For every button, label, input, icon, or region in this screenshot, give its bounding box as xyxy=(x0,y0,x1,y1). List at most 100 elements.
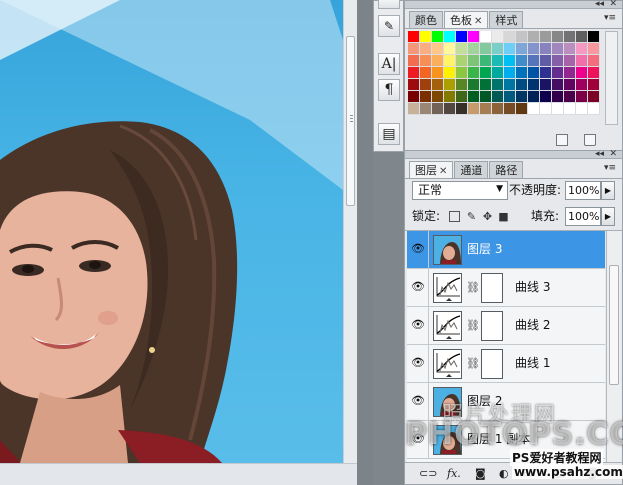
swatch-4[interactable] xyxy=(456,31,468,43)
swatch-50[interactable] xyxy=(432,67,444,79)
swatch-29[interactable] xyxy=(564,43,576,55)
blend-mode-select[interactable]: 正常 ▼ xyxy=(412,181,508,200)
swatch-16[interactable] xyxy=(408,43,420,55)
trash-icon[interactable] xyxy=(584,134,596,146)
panel-menu-icon[interactable]: ▾≡ xyxy=(604,13,616,23)
tab-swatches[interactable]: 色板 ✕ xyxy=(444,11,489,29)
layer-thumbnail[interactable] xyxy=(433,235,462,265)
swatch-12[interactable] xyxy=(552,31,564,43)
swatch-8[interactable] xyxy=(504,31,516,43)
swatch-26[interactable] xyxy=(528,43,540,55)
swatch-14[interactable] xyxy=(576,31,588,43)
swatch-80[interactable] xyxy=(408,91,420,103)
swatch-91[interactable] xyxy=(540,91,552,103)
close-icon[interactable]: ✕ xyxy=(609,0,617,9)
close-icon[interactable]: ✕ xyxy=(609,149,617,159)
swatch-45[interactable] xyxy=(564,55,576,67)
swatch-82[interactable] xyxy=(432,91,444,103)
tab-channels[interactable]: 通道 xyxy=(454,161,489,179)
fill-input[interactable]: 100% xyxy=(565,207,601,226)
lock-position-icon[interactable]: ✥ xyxy=(482,211,493,222)
swatch-34[interactable] xyxy=(432,55,444,67)
swatch-49[interactable] xyxy=(420,67,432,79)
close-tab-icon[interactable]: ✕ xyxy=(474,16,482,27)
swatch-95[interactable] xyxy=(588,91,600,103)
swatch-55[interactable] xyxy=(492,67,504,79)
swatch-33[interactable] xyxy=(420,55,432,67)
layer-thumbnail[interactable] xyxy=(433,425,462,455)
swatch-110[interactable] xyxy=(576,103,588,115)
swatch-27[interactable] xyxy=(540,43,552,55)
swatch-64[interactable] xyxy=(408,79,420,91)
swatch-85[interactable] xyxy=(468,91,480,103)
swatch-87[interactable] xyxy=(492,91,504,103)
swatch-grid[interactable] xyxy=(408,31,604,115)
swatch-106[interactable] xyxy=(528,103,540,115)
layer-row[interactable]: 👁 ⛓ 曲线 2 xyxy=(407,307,605,345)
swatch-98[interactable] xyxy=(432,103,444,115)
canvas-horizontal-scrollbar[interactable] xyxy=(0,463,357,485)
swatch-3[interactable] xyxy=(444,31,456,43)
swatch-20[interactable] xyxy=(456,43,468,55)
layer-row[interactable]: 👁 ⛓ 曲线 3 xyxy=(407,269,605,307)
panel-menu-icon[interactable]: ▾≡ xyxy=(604,163,616,173)
swatch-109[interactable] xyxy=(564,103,576,115)
swatch-70[interactable] xyxy=(480,79,492,91)
tab-layers[interactable]: 图层 ✕ xyxy=(409,161,454,179)
swatch-76[interactable] xyxy=(552,79,564,91)
visibility-toggle[interactable]: 👁 xyxy=(407,307,429,345)
swatch-67[interactable] xyxy=(444,79,456,91)
document-canvas[interactable] xyxy=(0,0,343,463)
swatch-51[interactable] xyxy=(444,67,456,79)
swatch-74[interactable] xyxy=(528,79,540,91)
swatch-1[interactable] xyxy=(420,31,432,43)
swatch-73[interactable] xyxy=(516,79,528,91)
swatch-94[interactable] xyxy=(576,91,588,103)
swatch-92[interactable] xyxy=(552,91,564,103)
visibility-toggle[interactable]: 👁 xyxy=(407,269,429,307)
swatch-13[interactable] xyxy=(564,31,576,43)
swatch-31[interactable] xyxy=(588,43,600,55)
visibility-toggle[interactable]: 👁 xyxy=(407,383,429,421)
swatch-88[interactable] xyxy=(504,91,516,103)
dock-top-button[interactable] xyxy=(378,0,400,9)
swatch-46[interactable] xyxy=(576,55,588,67)
fill-slider-button[interactable]: ▶ xyxy=(601,207,615,226)
swatch-39[interactable] xyxy=(492,55,504,67)
folder-icon[interactable]: ▭ xyxy=(523,467,533,480)
visibility-toggle[interactable]: 👁 xyxy=(407,345,429,383)
swatch-56[interactable] xyxy=(504,67,516,79)
opacity-slider-button[interactable]: ▶ xyxy=(601,181,615,200)
swatch-77[interactable] xyxy=(564,79,576,91)
swatch-21[interactable] xyxy=(468,43,480,55)
swatch-58[interactable] xyxy=(528,67,540,79)
canvas-vertical-scrollbar[interactable] xyxy=(343,0,357,463)
visibility-toggle[interactable]: 👁 xyxy=(407,231,429,269)
swatch-104[interactable] xyxy=(504,103,516,115)
swatch-19[interactable] xyxy=(444,43,456,55)
tab-paths[interactable]: 路径 xyxy=(489,161,524,179)
swatch-101[interactable] xyxy=(468,103,480,115)
layers-scrollbar[interactable] xyxy=(606,231,621,463)
swatch-18[interactable] xyxy=(432,43,444,55)
layer-mask-thumbnail[interactable] xyxy=(481,311,503,341)
new-layer-icon[interactable]: ❏ xyxy=(555,467,565,480)
opacity-input[interactable]: 100% xyxy=(565,181,601,200)
swatch-90[interactable] xyxy=(528,91,540,103)
swatch-23[interactable] xyxy=(492,43,504,55)
swatch-81[interactable] xyxy=(420,91,432,103)
swatch-105[interactable] xyxy=(516,103,528,115)
swatch-11[interactable] xyxy=(540,31,552,43)
layer-row[interactable]: 👁 图层 1 副本 xyxy=(407,421,605,459)
curves-adjustment-icon[interactable] xyxy=(433,273,462,303)
layer-row[interactable]: 👁 图层 2 xyxy=(407,383,605,421)
swatch-10[interactable] xyxy=(528,31,540,43)
swatch-107[interactable] xyxy=(540,103,552,115)
swatch-102[interactable] xyxy=(480,103,492,115)
swatch-35[interactable] xyxy=(444,55,456,67)
swatch-0[interactable] xyxy=(408,31,420,43)
link-icon[interactable]: ⛓ xyxy=(466,357,480,370)
swatch-78[interactable] xyxy=(576,79,588,91)
curves-adjustment-icon[interactable] xyxy=(433,311,462,341)
visibility-toggle[interactable]: 👁 xyxy=(407,421,429,459)
